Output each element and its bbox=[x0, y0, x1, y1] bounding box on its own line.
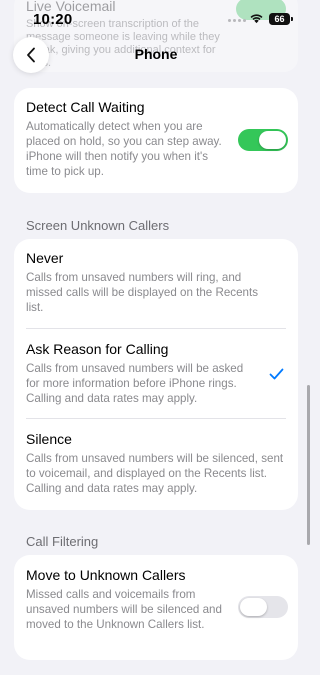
option-ask-reason-title: Ask Reason for Calling bbox=[26, 341, 169, 357]
option-never-description: Calls from unsaved numbers will ring, an… bbox=[26, 271, 258, 314]
option-never-title: Never bbox=[26, 250, 64, 266]
checkmark-icon bbox=[269, 368, 284, 380]
option-never[interactable]: Never Calls from unsaved numbers will ri… bbox=[14, 250, 298, 315]
move-unknown-toggle[interactable] bbox=[238, 596, 288, 618]
call-waiting-title: Detect Call Waiting bbox=[26, 99, 145, 115]
option-silence-description: Calls from unsaved numbers will be silen… bbox=[26, 452, 284, 495]
status-bar: 10:20 66 bbox=[0, 0, 312, 40]
divider bbox=[26, 418, 286, 419]
option-silence[interactable]: Silence Calls from unsaved numbers will … bbox=[14, 431, 298, 496]
wifi-icon bbox=[250, 14, 263, 24]
call-waiting-toggle[interactable] bbox=[238, 129, 288, 151]
move-unknown-row[interactable]: Move to Unknown Callers Missed calls and… bbox=[14, 555, 298, 632]
status-time: 10:20 bbox=[33, 11, 73, 28]
option-silence-title: Silence bbox=[26, 431, 72, 447]
call-waiting-description: Automatically detect when you are placed… bbox=[26, 120, 222, 178]
cellular-signal-icon bbox=[228, 19, 246, 22]
call-filtering-group: Move to Unknown Callers Missed calls and… bbox=[14, 555, 298, 660]
scrollbar[interactable] bbox=[307, 385, 310, 545]
move-unknown-description: Missed calls and voicemails from unsaved… bbox=[26, 588, 222, 631]
page-title: Phone bbox=[134, 46, 178, 62]
call-waiting-group: Detect Call Waiting Automatically detect… bbox=[14, 88, 298, 193]
call-filtering-header: Call Filtering bbox=[26, 534, 99, 549]
screen-unknown-group: Never Calls from unsaved numbers will ri… bbox=[14, 239, 298, 510]
option-ask-reason-description: Calls from unsaved numbers will be asked… bbox=[26, 362, 244, 405]
move-unknown-title: Move to Unknown Callers bbox=[26, 567, 186, 583]
screen-unknown-header: Screen Unknown Callers bbox=[26, 218, 170, 233]
toggle-knob bbox=[240, 598, 267, 616]
divider bbox=[26, 328, 286, 329]
option-ask-reason[interactable]: Ask Reason for Calling Calls from unsave… bbox=[14, 341, 298, 406]
battery-icon: 66 bbox=[269, 13, 293, 25]
toggle-knob bbox=[259, 131, 286, 149]
phone-settings-screen: Live Voicemail Show on-screen transcript… bbox=[0, 0, 312, 675]
